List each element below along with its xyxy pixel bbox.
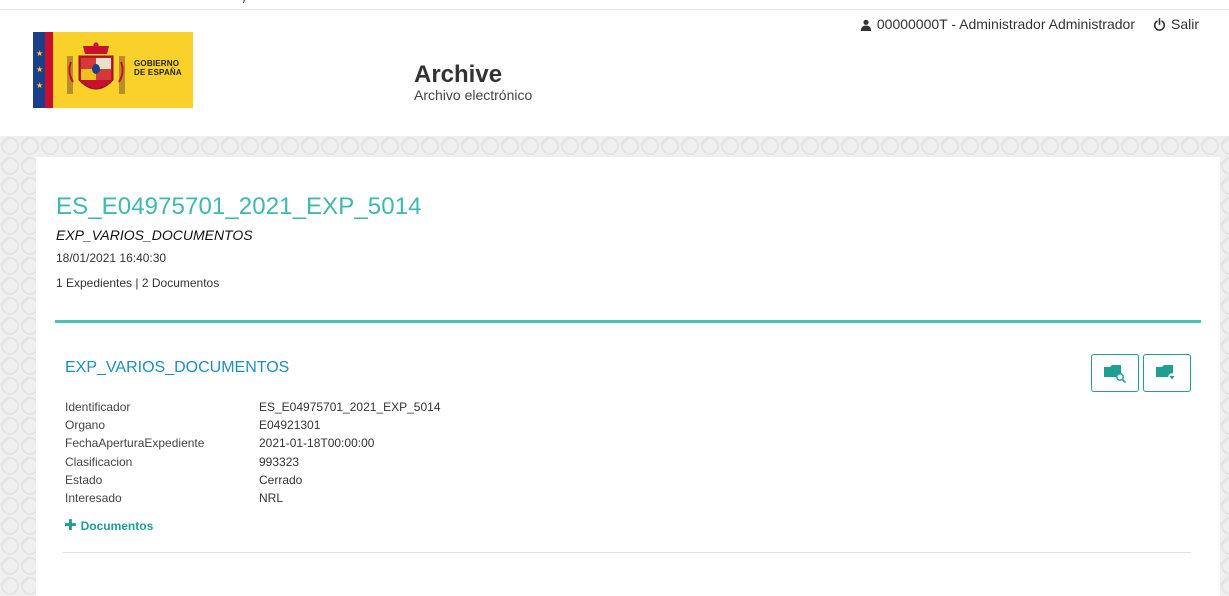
government-logo: ★ ★ ★ GOBIERNO DE ESPAÑA bbox=[33, 32, 193, 108]
top-strip: / bbox=[0, 0, 1229, 10]
coat-of-arms-icon bbox=[67, 42, 125, 94]
metadata-row: FechaAperturaExpediente 2021-01-18T00:00… bbox=[65, 436, 441, 454]
metadata-key: FechaAperturaExpediente bbox=[65, 436, 205, 451]
metadata-row: Identificador ES_E04975701_2021_EXP_5014 bbox=[65, 400, 441, 418]
metadata-row: Clasificacion 993323 bbox=[65, 455, 441, 473]
gray-divider bbox=[63, 552, 1191, 553]
metadata-value: ES_E04975701_2021_EXP_5014 bbox=[259, 400, 441, 414]
logo-star-icon: ★ bbox=[36, 65, 44, 74]
metadata-value: 993323 bbox=[259, 454, 300, 469]
teal-divider bbox=[55, 320, 1201, 323]
expediente-type: EXP_VARIOS_DOCUMENTOS bbox=[56, 227, 253, 243]
logo-star-icon: ★ bbox=[36, 81, 44, 90]
app-title: Archive bbox=[414, 61, 503, 88]
documents-link[interactable]: ✚ Documentos bbox=[64, 517, 154, 534]
metadata-value: NRL bbox=[259, 490, 284, 505]
section-title[interactable]: EXP_VARIOS_DOCUMENTOS bbox=[65, 359, 289, 377]
metadata-row: Organo E04921301 bbox=[65, 418, 441, 436]
plus-icon: ✚ bbox=[64, 517, 77, 534]
folder-search-icon bbox=[1104, 365, 1126, 383]
folder-download-icon bbox=[1156, 365, 1176, 381]
logo-text: GOBIERNO DE ESPAÑA bbox=[134, 59, 182, 77]
metadata-key: Interesado bbox=[65, 490, 122, 505]
metadata-key: Clasificacion bbox=[65, 454, 133, 469]
metadata-value: 2021-01-18T00:00:00 bbox=[259, 436, 375, 451]
expediente-code: ES_E04975701_2021_EXP_5014 bbox=[56, 193, 422, 220]
user-label: 00000000T - Administrador Administrador bbox=[876, 16, 1135, 32]
search-folder-button[interactable] bbox=[1091, 354, 1139, 392]
logout-button[interactable]: Salir bbox=[1153, 16, 1199, 32]
metadata-key: Identificador bbox=[65, 400, 131, 414]
metadata-table: Identificador ES_E04975701_2021_EXP_5014… bbox=[65, 400, 441, 509]
expediente-counts: 1 Expedientes | 2 Documentos bbox=[56, 276, 220, 290]
logo-star-icon: ★ bbox=[36, 49, 44, 58]
metadata-value: E04921301 bbox=[259, 418, 321, 433]
metadata-key: Organo bbox=[65, 418, 106, 433]
logo-red-stripe bbox=[45, 32, 53, 108]
top-strip-glyph: / bbox=[243, 0, 247, 6]
expediente-datetime: 18/01/2021 16:40:30 bbox=[56, 251, 167, 265]
user-bar: 00000000T - Administrador Administrador … bbox=[860, 16, 1199, 32]
download-folder-button[interactable] bbox=[1143, 354, 1191, 392]
metadata-key: Estado bbox=[65, 472, 103, 487]
power-icon bbox=[1153, 17, 1166, 31]
metadata-row: Estado Cerrado bbox=[65, 473, 441, 491]
user-icon bbox=[860, 18, 872, 31]
app-subtitle: Archivo electrónico bbox=[414, 87, 533, 103]
metadata-value: Cerrado bbox=[259, 472, 303, 487]
logout-label: Salir bbox=[1170, 16, 1199, 32]
documents-link-label: Documentos bbox=[80, 519, 154, 533]
metadata-row: Interesado NRL bbox=[65, 491, 441, 509]
